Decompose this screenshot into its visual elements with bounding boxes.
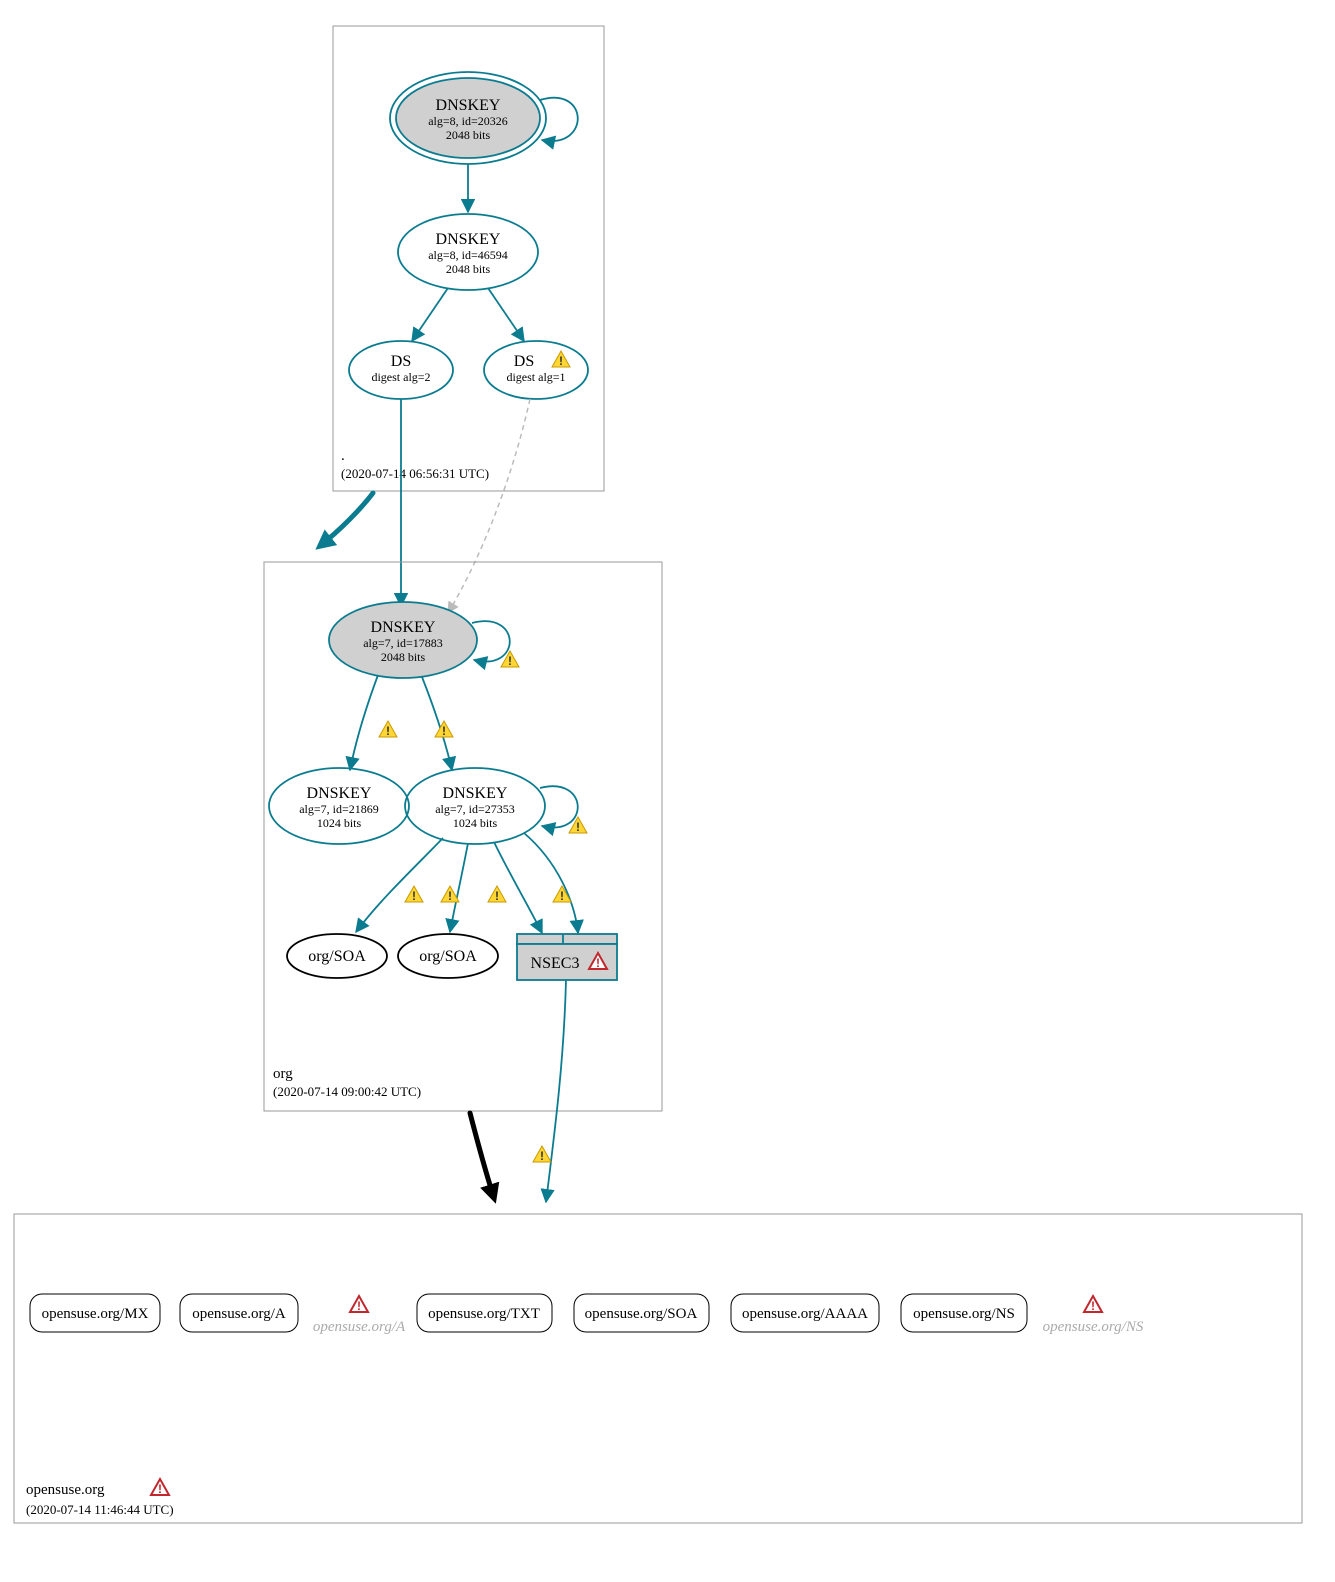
delegation-org-opensuse — [470, 1113, 494, 1198]
svg-text:alg=8, id=46594: alg=8, id=46594 — [428, 248, 508, 262]
edge-zsk2-nsec3a — [494, 842, 542, 933]
svg-text:opensuse.org/NS: opensuse.org/NS — [1043, 1319, 1144, 1335]
warning-icon — [435, 721, 453, 738]
warning-icon — [501, 651, 519, 668]
warning-icon — [552, 351, 570, 368]
edge-orgksk-zsk1 — [350, 675, 378, 770]
edge-zsk2-soa1 — [356, 838, 443, 932]
zone-label-org: org — [273, 1066, 293, 1082]
node-org-soa1: org/SOA — [287, 934, 387, 978]
svg-text:DNSKEY: DNSKEY — [436, 97, 501, 114]
delegation-root-org — [320, 493, 373, 546]
edge-orgksk-zsk2 — [422, 677, 452, 770]
svg-text:alg=7, id=27353: alg=7, id=27353 — [435, 802, 515, 816]
error-icon — [1084, 1296, 1102, 1313]
svg-text:DNSKEY: DNSKEY — [371, 619, 436, 636]
node-org-zsk1: DNSKEY alg=7, id=21869 1024 bits — [269, 768, 409, 844]
svg-text:opensuse.org/MX: opensuse.org/MX — [42, 1306, 149, 1322]
node-org-soa2: org/SOA — [398, 934, 498, 978]
svg-text:digest alg=2: digest alg=2 — [371, 370, 430, 384]
svg-text:DNSKEY: DNSKEY — [436, 231, 501, 248]
svg-text:1024 bits: 1024 bits — [317, 816, 362, 830]
error-icon — [151, 1479, 169, 1496]
node-root-ksk: DNSKEY alg=8, id=20326 2048 bits — [390, 72, 546, 164]
zone-label-opensuse: opensuse.org — [26, 1482, 105, 1498]
node-ns-faded: opensuse.org/NS — [1043, 1296, 1144, 1335]
svg-text:2048 bits: 2048 bits — [446, 128, 491, 142]
node-ns: opensuse.org/NS — [901, 1294, 1027, 1332]
warning-icon — [405, 886, 423, 903]
svg-text:opensuse.org/SOA: opensuse.org/SOA — [585, 1306, 698, 1322]
edge-rootzsk-ds2 — [412, 288, 448, 341]
svg-text:2048 bits: 2048 bits — [381, 650, 426, 664]
svg-text:opensuse.org/A: opensuse.org/A — [192, 1306, 286, 1322]
node-a: opensuse.org/A — [180, 1294, 298, 1332]
svg-text:NSEC3: NSEC3 — [531, 955, 580, 972]
node-ds1: DS digest alg=1 — [484, 341, 588, 399]
edge-ds1-orgksk-dashed — [448, 399, 530, 613]
svg-text:alg=7, id=21869: alg=7, id=21869 — [299, 802, 379, 816]
svg-text:org/SOA: org/SOA — [308, 948, 366, 965]
node-a-faded: opensuse.org/A — [313, 1296, 406, 1335]
edge-zsk2-soa2 — [450, 843, 468, 932]
svg-text:alg=7, id=17883: alg=7, id=17883 — [363, 636, 443, 650]
svg-text:DNSKEY: DNSKEY — [443, 785, 508, 802]
zone-label-root: . — [341, 448, 345, 464]
svg-text:opensuse.org/A: opensuse.org/A — [313, 1319, 406, 1335]
warning-icon — [533, 1146, 551, 1163]
svg-text:digest alg=1: digest alg=1 — [506, 370, 565, 384]
node-aaaa: opensuse.org/AAAA — [731, 1294, 879, 1332]
zone-box-opensuse — [14, 1214, 1302, 1523]
node-mx: opensuse.org/MX — [30, 1294, 160, 1332]
svg-text:alg=8, id=20326: alg=8, id=20326 — [428, 114, 508, 128]
svg-text:2048 bits: 2048 bits — [446, 262, 491, 276]
edge-nsec3-opensuse — [546, 980, 566, 1202]
node-root-zsk: DNSKEY alg=8, id=46594 2048 bits — [398, 214, 538, 290]
node-org-zsk2: DNSKEY alg=7, id=27353 1024 bits — [405, 768, 545, 844]
svg-text:org/SOA: org/SOA — [419, 948, 477, 965]
zone-time-opensuse: (2020-07-14 11:46:44 UTC) — [26, 1502, 174, 1517]
error-icon — [350, 1296, 368, 1313]
svg-text:DS: DS — [391, 353, 411, 370]
warning-icon — [488, 886, 506, 903]
svg-text:DS: DS — [514, 353, 534, 370]
zone-time-org: (2020-07-14 09:00:42 UTC) — [273, 1084, 421, 1099]
node-ds2: DS digest alg=2 — [349, 341, 453, 399]
svg-text:opensuse.org/TXT: opensuse.org/TXT — [428, 1306, 540, 1322]
svg-text:opensuse.org/AAAA: opensuse.org/AAAA — [742, 1306, 868, 1322]
node-txt: opensuse.org/TXT — [417, 1294, 552, 1332]
node-soa: opensuse.org/SOA — [574, 1294, 709, 1332]
node-nsec3: NSEC3 — [517, 934, 617, 980]
warning-icon — [441, 886, 459, 903]
edge-rootzsk-ds1 — [488, 288, 524, 341]
edge-zsk2-nsec3b — [524, 833, 578, 933]
svg-text:opensuse.org/NS: opensuse.org/NS — [913, 1306, 1015, 1322]
zone-time-root: (2020-07-14 06:56:31 UTC) — [341, 466, 489, 481]
node-org-ksk: DNSKEY alg=7, id=17883 2048 bits — [329, 602, 477, 678]
dnssec-diagram: ! ! . (2020-07-14 06:56:31 UTC) DNSKEY a… — [0, 0, 1335, 1582]
svg-text:1024 bits: 1024 bits — [453, 816, 498, 830]
svg-text:DNSKEY: DNSKEY — [307, 785, 372, 802]
warning-icon — [569, 817, 587, 834]
warning-icon — [379, 721, 397, 738]
